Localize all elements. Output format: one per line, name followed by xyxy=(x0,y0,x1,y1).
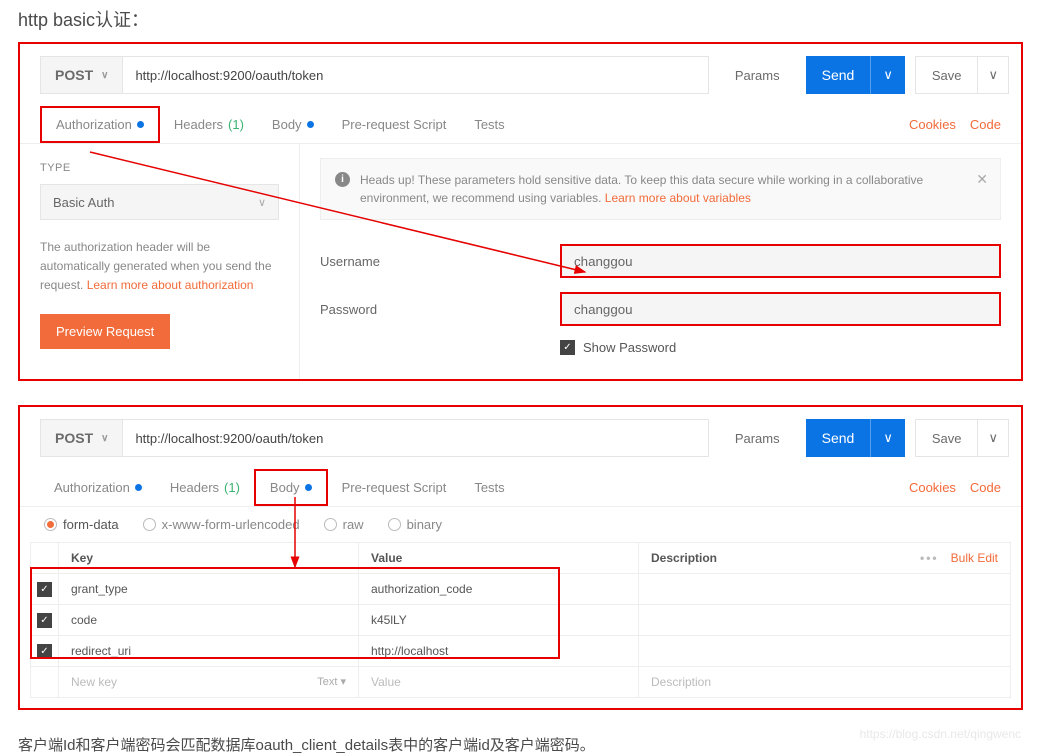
chevron-down-icon: ∨ xyxy=(101,70,108,81)
save-dropdown[interactable]: ∨ xyxy=(978,419,1009,457)
params-button[interactable]: Params xyxy=(719,56,796,94)
request-bar: POST∨ Params Send ∨ Save ∨ xyxy=(20,44,1021,106)
watermark: https://blog.csdn.net/qingwenc xyxy=(860,727,1021,741)
tab-tests[interactable]: Tests xyxy=(460,469,518,506)
check-icon[interactable]: ✓ xyxy=(37,582,52,597)
request-bar: POST∨ Params Send ∨ Save ∨ xyxy=(20,407,1021,469)
send-button[interactable]: Send xyxy=(806,56,871,94)
alert-box: i Heads up! These parameters hold sensit… xyxy=(320,158,1001,220)
chevron-down-icon: ∨ xyxy=(258,196,266,209)
tab-body[interactable]: Body xyxy=(254,469,328,506)
body-table: Key Value Description•••Bulk Edit ✓ gran… xyxy=(30,542,1011,698)
username-label: Username xyxy=(320,254,560,269)
auth-form: i Heads up! These parameters hold sensit… xyxy=(300,144,1021,379)
tabs-row: Authorization Headers(1) Body Pre-reques… xyxy=(20,469,1021,507)
radio-binary[interactable]: binary xyxy=(388,517,442,532)
method-select[interactable]: POST∨ xyxy=(40,419,123,457)
check-icon[interactable]: ✓ xyxy=(37,644,52,659)
chevron-down-icon: ∨ xyxy=(101,433,108,444)
send-dropdown[interactable]: ∨ xyxy=(870,56,905,94)
bulk-edit-link[interactable]: Bulk Edit xyxy=(951,551,998,565)
method-select[interactable]: POST∨ xyxy=(40,56,123,94)
radio-raw[interactable]: raw xyxy=(324,517,364,532)
url-input[interactable] xyxy=(123,56,708,94)
page-title: http basic认证： xyxy=(0,0,1041,42)
save-button[interactable]: Save xyxy=(915,56,979,94)
dot-icon xyxy=(307,121,314,128)
col-description: Description•••Bulk Edit xyxy=(639,543,1011,574)
tab-headers[interactable]: Headers(1) xyxy=(156,469,254,506)
tab-tests[interactable]: Tests xyxy=(460,106,518,143)
col-key: Key xyxy=(59,543,359,574)
show-password-checkbox[interactable]: ✓ Show Password xyxy=(560,340,1001,355)
panel-authorization: POST∨ Params Send ∨ Save ∨ Authorization… xyxy=(18,42,1023,381)
cookies-link[interactable]: Cookies xyxy=(909,480,956,495)
table-row-placeholder[interactable]: New keyText ▾ Value Description xyxy=(31,667,1011,698)
learn-variables-link[interactable]: Learn more about variables xyxy=(605,191,751,205)
tab-authorization[interactable]: Authorization xyxy=(40,106,160,143)
save-button[interactable]: Save xyxy=(915,419,979,457)
send-button[interactable]: Send xyxy=(806,419,871,457)
dot-icon xyxy=(137,121,144,128)
table-row[interactable]: ✓ redirect_uri http://localhost xyxy=(31,636,1011,667)
password-input[interactable] xyxy=(560,292,1001,326)
code-link[interactable]: Code xyxy=(970,117,1001,132)
tabs-row: Authorization Headers(1) Body Pre-reques… xyxy=(20,106,1021,144)
close-icon[interactable]: ✕ xyxy=(976,169,988,190)
tab-headers[interactable]: Headers(1) xyxy=(160,106,258,143)
preview-request-button[interactable]: Preview Request xyxy=(40,314,170,349)
col-value: Value xyxy=(359,543,639,574)
send-dropdown[interactable]: ∨ xyxy=(870,419,905,457)
type-label: TYPE xyxy=(40,162,279,174)
cookies-link[interactable]: Cookies xyxy=(909,117,956,132)
table-row[interactable]: ✓ code k45lLY xyxy=(31,605,1011,636)
auth-sidebar: TYPE Basic Auth∨ The authorization heade… xyxy=(20,144,300,379)
url-input[interactable] xyxy=(123,419,708,457)
params-button[interactable]: Params xyxy=(719,419,796,457)
radio-xwww[interactable]: x-www-form-urlencoded xyxy=(143,517,300,532)
tab-authorization[interactable]: Authorization xyxy=(40,469,156,506)
tab-prerequest[interactable]: Pre-request Script xyxy=(328,106,461,143)
dot-icon xyxy=(135,484,142,491)
check-icon[interactable]: ✓ xyxy=(37,613,52,628)
password-label: Password xyxy=(320,302,560,317)
tab-prerequest[interactable]: Pre-request Script xyxy=(328,469,461,506)
code-link[interactable]: Code xyxy=(970,480,1001,495)
radio-form-data[interactable]: form-data xyxy=(44,517,119,532)
dot-icon xyxy=(305,484,312,491)
tab-body[interactable]: Body xyxy=(258,106,328,143)
auth-type-select[interactable]: Basic Auth∨ xyxy=(40,184,279,220)
info-icon: i xyxy=(335,172,350,187)
check-icon: ✓ xyxy=(560,340,575,355)
panel-body: POST∨ Params Send ∨ Save ∨ Authorization… xyxy=(18,405,1023,710)
learn-auth-link[interactable]: Learn more about authorization xyxy=(87,278,254,292)
table-row[interactable]: ✓ grant_type authorization_code xyxy=(31,574,1011,605)
auth-description: The authorization header will be automat… xyxy=(40,238,279,296)
more-icon[interactable]: ••• xyxy=(920,551,939,565)
username-input[interactable] xyxy=(560,244,1001,278)
body-type-radios: form-data x-www-form-urlencoded raw bina… xyxy=(20,507,1021,542)
save-dropdown[interactable]: ∨ xyxy=(978,56,1009,94)
